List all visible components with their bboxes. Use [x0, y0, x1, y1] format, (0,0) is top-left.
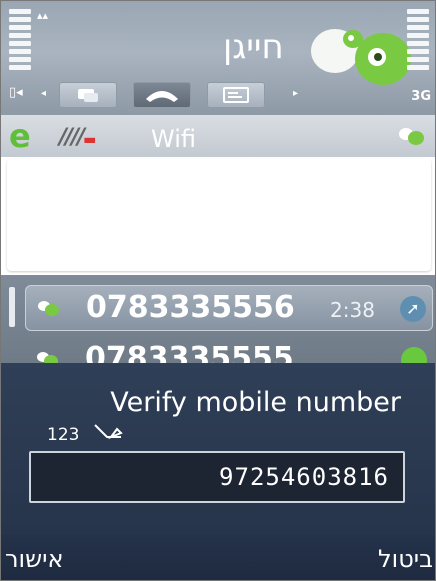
signal-strength-icon: [9, 9, 31, 73]
phone-handset-icon: [146, 91, 178, 102]
card-icon: [223, 87, 249, 103]
dial-display-panel[interactable]: [7, 159, 431, 271]
app-contact-icon: [38, 301, 59, 316]
app-title: חייגן: [223, 27, 284, 67]
call-log-list: 0783335556 2:38 ➚ 0783335555: [1, 275, 435, 376]
e-logo-icon: e: [9, 117, 31, 155]
verify-number-dialog: Verify mobile number 123 אישור ביטול: [1, 363, 435, 580]
app-status-icon: [399, 128, 424, 145]
pencil-icon: [94, 424, 123, 440]
mobile-number-input[interactable]: [31, 453, 403, 501]
input-mode-indicator: 123: [47, 425, 80, 445]
softkey-bar: אישור ביטול: [1, 535, 435, 580]
call-log-row[interactable]: 0783335556 2:38 ➚: [25, 285, 433, 331]
tab-messages[interactable]: [59, 82, 117, 108]
call-time: 2:38: [330, 298, 375, 322]
sim-indicator-icon: ▯◂: [9, 85, 23, 100]
network-indicator: ▴▴: [37, 9, 49, 22]
confirm-softkey[interactable]: אישור: [5, 545, 64, 573]
tab-scroll-left-icon[interactable]: ◂: [41, 88, 46, 99]
tab-scroll-right-icon[interactable]: ▸: [293, 88, 298, 99]
signal-quality-icon: ////▬: [59, 125, 96, 150]
call-number: 0783335556: [86, 290, 295, 325]
tab-bar: ▯◂ ◂ ▸ 3G: [1, 79, 435, 113]
network-type: 3G: [411, 89, 431, 104]
battery-level-icon: [407, 9, 429, 73]
mobile-number-input-box[interactable]: [29, 451, 405, 503]
incoming-call-icon: ➚: [400, 296, 426, 322]
tab-calls[interactable]: [133, 82, 191, 108]
connection-label: Wifi: [151, 125, 196, 153]
connection-status-bar: e ////▬ Wifi: [1, 115, 435, 157]
dialog-title: Verify mobile number: [110, 387, 401, 418]
tab-contacts[interactable]: [207, 82, 265, 108]
cancel-softkey[interactable]: ביטול: [378, 545, 433, 573]
scrollbar[interactable]: [9, 287, 15, 327]
chat-icon: [78, 89, 98, 102]
phone-screen: ▴▴ חייגן ▯◂ ◂ ▸ 3G e ////▬ Wifi 07833355…: [0, 0, 436, 581]
top-bar: ▴▴ חייגן ▯◂ ◂ ▸ 3G: [1, 1, 435, 115]
